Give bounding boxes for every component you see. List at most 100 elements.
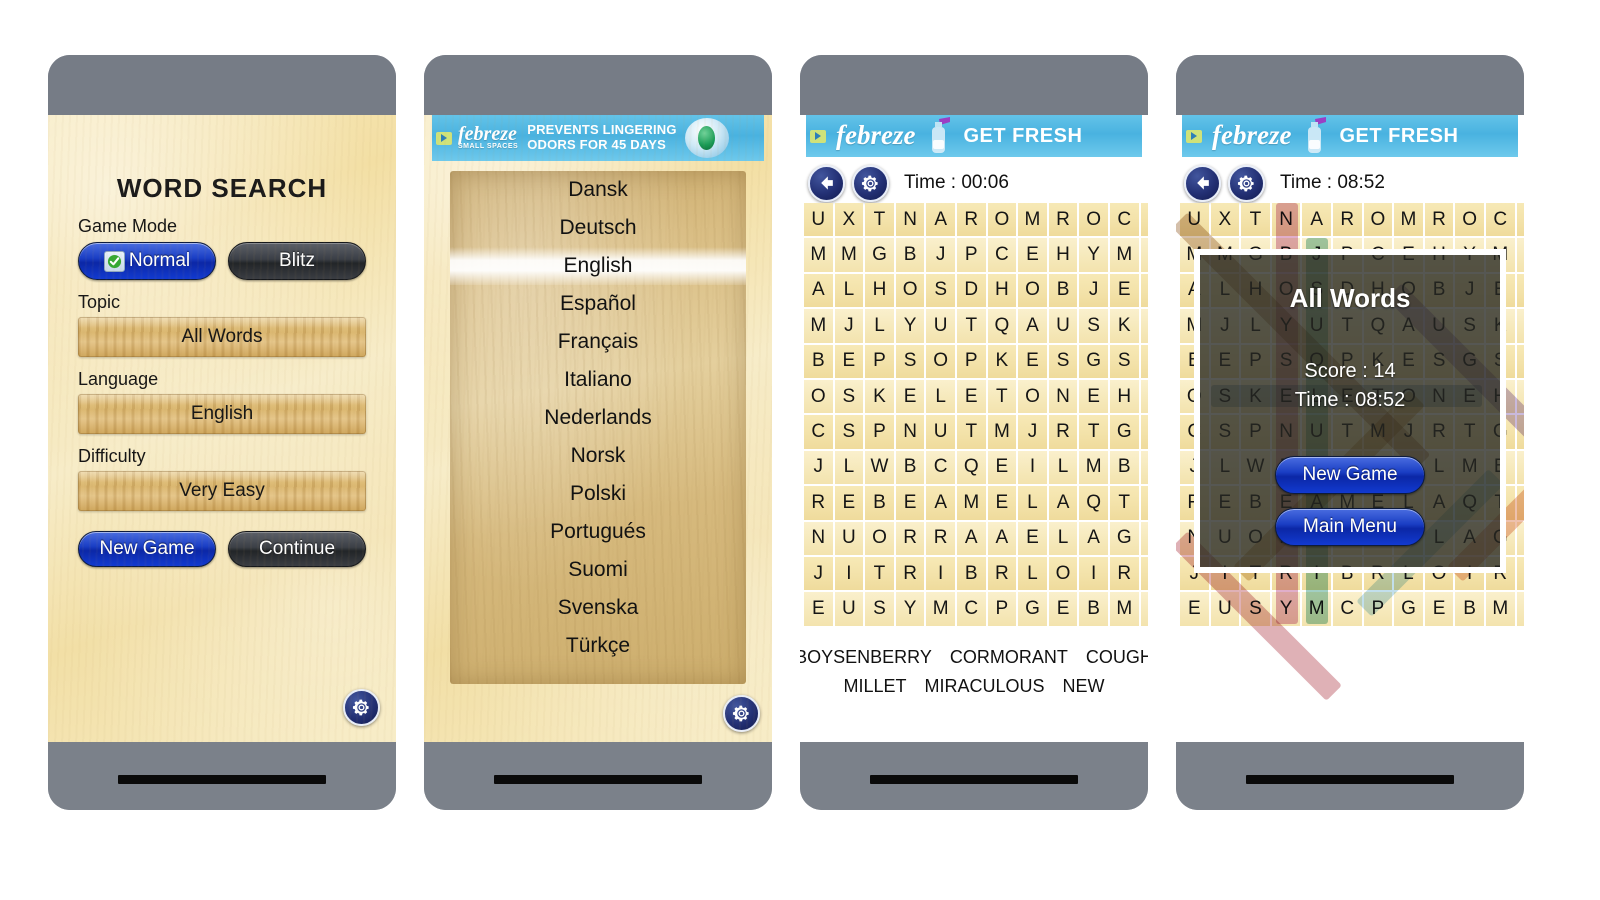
game-mode-normal-button[interactable]: Normal — [78, 242, 216, 280]
grid-cell[interactable]: U — [926, 415, 955, 449]
settings-button[interactable] — [852, 164, 889, 202]
back-button[interactable] — [1184, 164, 1221, 202]
grid-cell[interactable]: E — [895, 486, 925, 520]
grid-cell[interactable]: I — [834, 556, 864, 591]
grid-cell[interactable] — [1140, 556, 1148, 591]
topic-select[interactable]: All Words — [78, 317, 366, 357]
grid-cell[interactable]: M — [987, 415, 1017, 449]
grid-cell[interactable]: L — [865, 309, 894, 343]
grid-cell[interactable]: S — [1109, 344, 1139, 378]
difficulty-select[interactable]: Very Easy — [78, 471, 366, 511]
grid-cell[interactable]: K — [1109, 309, 1139, 343]
grid-cell[interactable]: U — [804, 203, 833, 237]
grid-cell[interactable]: R — [956, 203, 986, 237]
grid-cell[interactable]: R — [987, 556, 1017, 591]
grid-cell[interactable] — [1140, 415, 1148, 449]
grid-cell[interactable]: U — [1048, 309, 1078, 343]
grid-cell[interactable]: C — [804, 415, 833, 449]
grid-cell[interactable]: R — [804, 486, 833, 520]
grid-cell[interactable]: J — [1018, 415, 1047, 449]
grid-cell[interactable]: X — [834, 203, 864, 237]
grid-cell[interactable] — [1140, 344, 1148, 378]
grid-cell[interactable]: M — [1079, 450, 1108, 485]
language-option[interactable]: Nederlands — [450, 399, 746, 437]
grid-cell[interactable]: G — [1079, 344, 1108, 378]
grid-cell[interactable]: B — [865, 486, 894, 520]
language-option[interactable]: Polski — [450, 475, 746, 513]
language-list-panel[interactable]: Dansk Deutsch English Español Français Italia… — [450, 171, 746, 684]
grid-cell[interactable]: S — [1048, 344, 1078, 378]
grid-cell[interactable]: L — [1018, 556, 1047, 591]
grid-cell[interactable]: E — [1079, 379, 1108, 414]
grid-cell[interactable]: E — [1018, 344, 1047, 378]
grid-cell[interactable]: B — [1109, 450, 1139, 485]
grid-cell[interactable]: Y — [895, 592, 925, 626]
grid-cell[interactable] — [1140, 309, 1148, 343]
back-button[interactable] — [808, 164, 845, 202]
grid-cell[interactable]: M — [804, 238, 833, 272]
grid-cell[interactable]: C — [987, 238, 1017, 272]
grid-cell[interactable]: J — [804, 556, 833, 591]
grid-cell[interactable]: S — [926, 273, 955, 308]
grid-cell[interactable]: B — [956, 556, 986, 591]
grid-cell[interactable]: R — [1048, 415, 1078, 449]
grid-cell[interactable]: E — [895, 379, 925, 414]
grid-cell[interactable]: M — [834, 238, 864, 272]
grid-cell[interactable]: O — [1018, 379, 1047, 414]
grid-cell[interactable]: L — [1048, 450, 1078, 485]
grid-cell[interactable]: H — [987, 273, 1017, 308]
grid-cell[interactable] — [1140, 450, 1148, 485]
grid-cell[interactable]: E — [834, 486, 864, 520]
grid-cell[interactable]: U — [926, 309, 955, 343]
grid-cell[interactable]: B — [895, 450, 925, 485]
grid-cell[interactable]: C — [956, 592, 986, 626]
language-select[interactable]: English — [78, 394, 366, 434]
grid-cell[interactable]: A — [956, 521, 986, 555]
grid-cell[interactable]: O — [1018, 273, 1047, 308]
grid-cell[interactable]: R — [895, 521, 925, 555]
language-option[interactable]: Türkçe — [450, 627, 746, 665]
grid-cell[interactable]: Q — [956, 450, 986, 485]
ad-banner[interactable]: febreze SMALL SPACES PREVENTS LINGERING … — [432, 115, 764, 161]
grid-cell[interactable]: U — [834, 521, 864, 555]
grid-cell[interactable]: A — [1079, 521, 1108, 555]
grid-cell[interactable]: C — [1109, 203, 1139, 237]
grid-cell[interactable]: E — [956, 379, 986, 414]
grid-cell[interactable]: T — [987, 379, 1017, 414]
grid-cell[interactable]: S — [895, 344, 925, 378]
grid-cell[interactable]: W — [865, 450, 894, 485]
grid-cell[interactable]: K — [987, 344, 1017, 378]
language-option[interactable]: Español — [450, 285, 746, 323]
grid-cell[interactable] — [1140, 238, 1148, 272]
grid-cell[interactable]: G — [1018, 592, 1047, 626]
language-option[interactable]: Svenska — [450, 589, 746, 627]
grid-cell[interactable]: A — [926, 486, 955, 520]
grid-cell[interactable]: B — [895, 238, 925, 272]
ad-banner[interactable]: febreze GET FRESH — [1182, 115, 1518, 157]
grid-cell[interactable]: E — [804, 592, 833, 626]
grid-cell[interactable]: L — [1048, 521, 1078, 555]
grid-cell[interactable]: T — [1109, 486, 1139, 520]
grid-cell[interactable]: N — [895, 203, 925, 237]
grid-cell[interactable]: B — [1079, 592, 1108, 626]
settings-button[interactable] — [1228, 164, 1265, 202]
grid-cell[interactable]: S — [865, 592, 894, 626]
grid-cell[interactable]: Q — [987, 309, 1017, 343]
grid-cell[interactable]: L — [834, 273, 864, 308]
ad-banner[interactable]: febreze GET FRESH — [806, 115, 1142, 157]
grid-cell[interactable] — [1140, 521, 1148, 555]
grid-cell[interactable]: M — [1109, 238, 1139, 272]
grid-cell[interactable]: M — [956, 486, 986, 520]
grid-cell[interactable]: M — [804, 309, 833, 343]
language-option[interactable]: Suomi — [450, 551, 746, 589]
settings-button[interactable] — [343, 689, 380, 726]
grid-cell[interactable]: R — [1109, 556, 1139, 591]
grid-cell[interactable]: G — [1109, 415, 1139, 449]
language-option[interactable]: Dansk — [450, 171, 746, 209]
grid-cell[interactable]: T — [956, 309, 986, 343]
grid-cell[interactable]: N — [804, 521, 833, 555]
grid-cell[interactable]: B — [1048, 273, 1078, 308]
letter-grid[interactable]: UXTNAROMROCMMGBJPCEHYMALHOSDHOBJEMJLYUTQ… — [804, 203, 1148, 626]
grid-cell[interactable]: K — [865, 379, 894, 414]
grid-cell[interactable] — [1140, 592, 1148, 626]
